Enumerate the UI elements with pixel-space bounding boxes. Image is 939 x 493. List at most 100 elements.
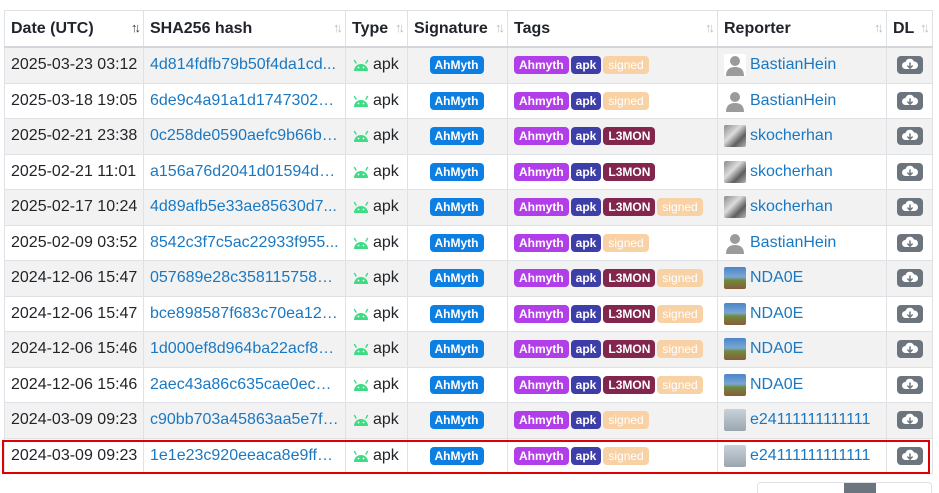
download-button[interactable] (896, 233, 923, 252)
tag-badge[interactable]: Ahmyth (514, 233, 569, 252)
tag-badge[interactable]: signed (657, 198, 703, 217)
tag-badge[interactable]: L3MON (603, 375, 656, 394)
signature-badge[interactable]: AhMyth (429, 375, 484, 394)
signature-badge[interactable]: AhMyth (429, 233, 484, 252)
tag-badge[interactable]: apk (570, 198, 602, 217)
signature-badge[interactable]: AhMyth (429, 127, 484, 146)
reporter-link[interactable]: skocherhan (750, 127, 833, 145)
sha256-link[interactable]: 1e1e23c920eeaca8e9ffc1... (150, 447, 339, 465)
signature-badge[interactable]: AhMyth (429, 269, 484, 288)
tag-badge[interactable]: signed (603, 411, 649, 430)
signature-badge[interactable]: AhMyth (429, 198, 484, 217)
column-header-type[interactable]: Type ↑↓ (345, 10, 408, 48)
tag-badge[interactable]: Ahmyth (514, 56, 569, 75)
cell-signature: AhMyth (407, 295, 508, 332)
tag-badge[interactable]: apk (570, 56, 602, 75)
sha256-link[interactable]: a156a76d2041d01594d7... (150, 163, 339, 181)
reporter-link[interactable]: NDA0E (750, 376, 803, 394)
tag-badge[interactable]: signed (603, 56, 649, 75)
sha256-link[interactable]: 4d814fdfb79b50f4da1cd... (150, 56, 339, 74)
tag-badge[interactable]: signed (657, 375, 703, 394)
tag-badge[interactable]: apk (570, 269, 602, 288)
reporter-link[interactable]: BastianHein (750, 92, 836, 110)
pagination-active-page[interactable] (844, 483, 876, 493)
tag-badge[interactable]: apk (570, 375, 602, 394)
tag-badge[interactable]: signed (603, 91, 649, 110)
reporter-link[interactable]: e24111111111111 (750, 411, 870, 429)
signature-badge[interactable]: AhMyth (429, 91, 484, 110)
tag-badge[interactable]: apk (570, 411, 602, 430)
tag-badge[interactable]: Ahmyth (514, 411, 569, 430)
column-header-signature[interactable]: Signature ↑↓ (407, 10, 508, 48)
download-button[interactable] (896, 198, 923, 217)
signature-badge[interactable]: AhMyth (429, 304, 484, 323)
download-button[interactable] (896, 446, 923, 465)
cell-download (886, 260, 933, 297)
column-header-reporter[interactable]: Reporter ↑↓ (717, 10, 887, 48)
sha256-link[interactable]: 8542c3f7c5ac22933f955... (150, 234, 339, 252)
download-button[interactable] (896, 375, 923, 394)
tag-badge[interactable]: signed (657, 304, 703, 323)
sha256-link[interactable]: 4d89afb5e33ae85630d7... (150, 198, 339, 216)
signature-badge[interactable]: AhMyth (429, 162, 484, 181)
tag-badge[interactable]: Ahmyth (514, 340, 569, 359)
tag-badge[interactable]: Ahmyth (514, 91, 569, 110)
sha256-link[interactable]: 0c258de0590aefc9b66be... (150, 127, 339, 145)
tag-badge[interactable]: L3MON (603, 162, 656, 181)
tag-badge[interactable]: L3MON (603, 198, 656, 217)
signature-badge[interactable]: AhMyth (429, 411, 484, 430)
signature-badge[interactable]: AhMyth (429, 340, 484, 359)
download-button[interactable] (896, 269, 923, 288)
download-button[interactable] (896, 340, 923, 359)
tag-badge[interactable]: Ahmyth (514, 375, 569, 394)
tag-badge[interactable]: apk (570, 91, 602, 110)
signature-badge[interactable]: AhMyth (429, 446, 484, 465)
reporter-link[interactable]: BastianHein (750, 56, 836, 74)
reporter-link[interactable]: NDA0E (750, 305, 803, 323)
tag-badge[interactable]: Ahmyth (514, 446, 569, 465)
download-button[interactable] (896, 91, 923, 110)
reporter-link[interactable]: BastianHein (750, 234, 836, 252)
download-button[interactable] (896, 56, 923, 75)
tag-badge[interactable]: L3MON (603, 304, 656, 323)
tag-badge[interactable]: signed (603, 446, 649, 465)
tag-badge[interactable]: Ahmyth (514, 198, 569, 217)
tag-badge[interactable]: apk (570, 162, 602, 181)
reporter-link[interactable]: skocherhan (750, 198, 833, 216)
tag-badge[interactable]: Ahmyth (514, 269, 569, 288)
column-header-dl[interactable]: DL ↑↓ (886, 10, 933, 48)
download-button[interactable] (896, 304, 923, 323)
reporter-link[interactable]: NDA0E (750, 340, 803, 358)
tag-badge[interactable]: apk (570, 304, 602, 323)
tag-badge[interactable]: L3MON (603, 269, 656, 288)
sha256-link[interactable]: 057689e28c3581157581... (150, 269, 339, 287)
reporter-link[interactable]: e24111111111111 (750, 447, 870, 465)
tag-badge[interactable]: apk (570, 340, 602, 359)
tag-badge[interactable]: Ahmyth (514, 304, 569, 323)
tag-badge[interactable]: Ahmyth (514, 127, 569, 146)
sha256-link[interactable]: bce898587f683c70ea12b... (150, 305, 339, 323)
sha256-link[interactable]: 1d000ef8d964ba22acf82... (150, 340, 339, 358)
download-button[interactable] (896, 411, 923, 430)
tag-badge[interactable]: signed (603, 233, 649, 252)
column-header-tags[interactable]: Tags ↑↓ (507, 10, 718, 48)
tag-badge[interactable]: L3MON (603, 127, 656, 146)
tag-badge[interactable]: apk (570, 446, 602, 465)
pagination[interactable] (757, 482, 932, 493)
download-button[interactable] (896, 162, 923, 181)
tag-badge[interactable]: apk (570, 127, 602, 146)
tag-badge[interactable]: apk (570, 233, 602, 252)
reporter-link[interactable]: NDA0E (750, 269, 803, 287)
column-header-sha256[interactable]: SHA256 hash ↑↓ (143, 10, 346, 48)
tag-badge[interactable]: Ahmyth (514, 162, 569, 181)
reporter-link[interactable]: skocherhan (750, 163, 833, 181)
signature-badge[interactable]: AhMyth (429, 56, 484, 75)
sha256-link[interactable]: 6de9c4a91a1d17473029... (150, 92, 339, 110)
column-header-date[interactable]: Date (UTC) ↑↓ (4, 10, 144, 48)
sha256-link[interactable]: c90bb703a45863aa5e7fd... (150, 411, 339, 429)
sha256-link[interactable]: 2aec43a86c635cae0ec5f... (150, 376, 339, 394)
tag-badge[interactable]: signed (657, 269, 703, 288)
tag-badge[interactable]: signed (657, 340, 703, 359)
download-button[interactable] (896, 127, 923, 146)
tag-badge[interactable]: L3MON (603, 340, 656, 359)
